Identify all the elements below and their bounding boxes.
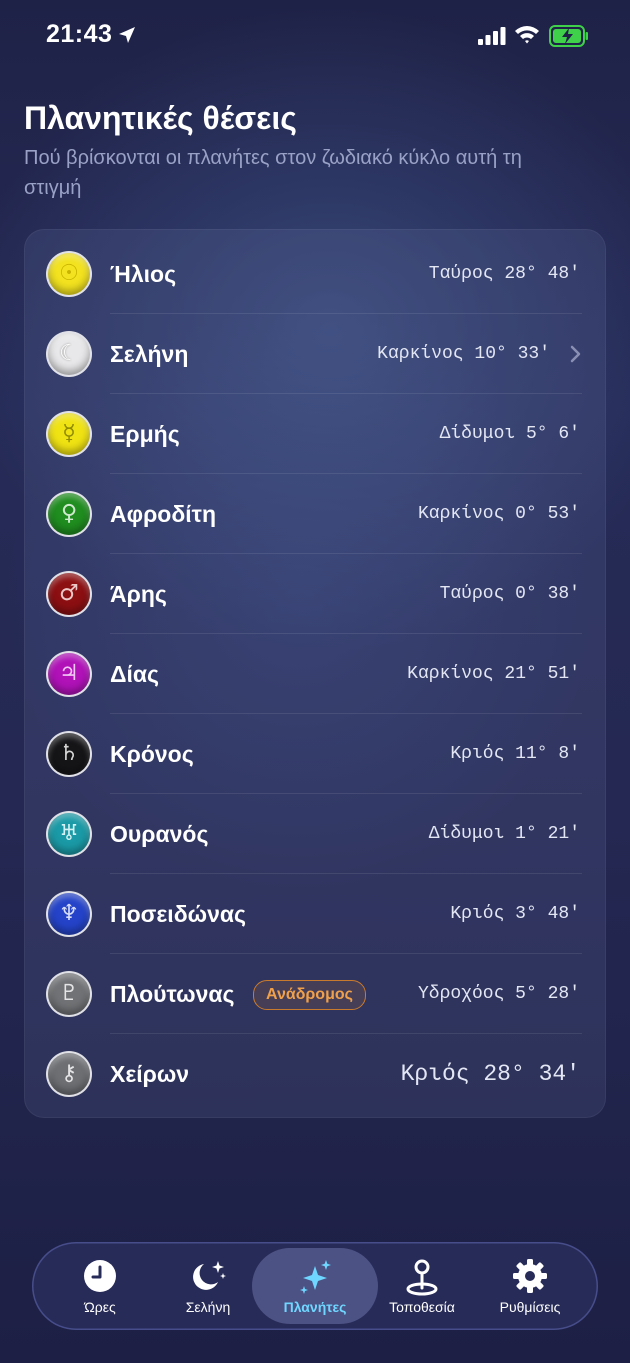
- mercury-icon: ☿: [48, 413, 90, 455]
- planet-row-mercury[interactable]: ☿ Ερμής Δίδυμοι 5° 6': [24, 394, 606, 474]
- planet-name: Πλούτωνας: [110, 981, 235, 1007]
- planet-position: Υδροχόος 5° 28': [417, 984, 580, 1004]
- planet-row-uranus[interactable]: ♅ Ουρανός Δίδυμοι 1° 21': [24, 794, 606, 874]
- page-title: Πλανητικές θέσεις: [24, 100, 297, 136]
- planet-name: Αφροδίτη: [110, 501, 216, 527]
- planet-row-pluto[interactable]: ♇ Πλούτωνας Ανάδρομος Υδροχόος 5° 28': [24, 954, 606, 1034]
- battery-charging-icon: [549, 25, 588, 47]
- planet-row-venus[interactable]: ♀ Αφροδίτη Καρκίνος 0° 53': [24, 474, 606, 554]
- tab-label: Ώρες: [84, 1299, 116, 1315]
- planet-name: Ποσειδώνας: [110, 901, 246, 927]
- status-bar: 21:43: [0, 0, 630, 72]
- venus-icon: ♀: [48, 493, 90, 535]
- tab-location[interactable]: Τοποθεσία: [367, 1242, 477, 1330]
- moon-stars-icon: [193, 1261, 226, 1290]
- planet-name: Ήλιος: [110, 261, 177, 287]
- planet-row-mars[interactable]: ♂ Άρης Ταύρος 0° 38': [24, 554, 606, 634]
- pluto-icon: ♇: [48, 973, 90, 1015]
- sparkles-icon: [300, 1260, 331, 1294]
- tab-moon[interactable]: Σελήνη: [153, 1242, 263, 1330]
- wifi-icon: [515, 26, 539, 44]
- planet-row-chiron[interactable]: ⚷ Χείρων Κριός 28° 34': [24, 1034, 606, 1114]
- uranus-icon: ♅: [48, 813, 90, 855]
- planet-row-saturn[interactable]: ♄ Κρόνος Κριός 11° 8': [24, 714, 606, 794]
- planet-name: Δίας: [110, 661, 160, 687]
- tab-label: Τοποθεσία: [389, 1299, 455, 1315]
- tab-planets[interactable]: Πλανήτες: [252, 1248, 378, 1324]
- tab-settings[interactable]: Ρυθμίσεις: [475, 1242, 585, 1330]
- jupiter-icon: ♃: [48, 653, 90, 695]
- moon-icon: ☾: [48, 333, 90, 375]
- planet-position: Δίδυμοι 5° 6': [439, 424, 580, 444]
- tab-label: Ρυθμίσεις: [499, 1299, 561, 1315]
- planet-list: ☉ Ήλιος Ταύρος 28° 48' ☾ Σελήνη Καρκίνος…: [24, 229, 606, 1118]
- tab-hours[interactable]: Ώρες: [45, 1242, 155, 1330]
- planet-row-moon[interactable]: ☾ Σελήνη Καρκίνος 10° 33': [24, 314, 606, 394]
- clock-icon: [84, 1260, 116, 1292]
- saturn-icon: ♄: [48, 733, 90, 775]
- planet-name: Χείρων: [110, 1061, 190, 1087]
- cellular-signal-icon: [478, 27, 506, 45]
- chevron-right-icon: [570, 345, 581, 363]
- page-subtitle: Πού βρίσκονται οι πλανήτες στον ζωδιακό …: [24, 147, 522, 199]
- planet-name: Σελήνη: [110, 341, 189, 367]
- planet-position: Καρκίνος 21° 51': [407, 664, 580, 684]
- planet-row-neptune[interactable]: ♆ Ποσειδώνας Κριός 3° 48': [24, 874, 606, 954]
- mars-icon: ♂: [48, 573, 90, 615]
- sun-icon: ☉: [48, 253, 90, 295]
- tab-bar: Ώρες Σελήνη Πλανήτες Τοποθεσία Ρυθμίσεις: [32, 1242, 598, 1330]
- planet-name: Κρόνος: [110, 741, 194, 767]
- planet-name: Άρης: [110, 581, 167, 607]
- location-arrow-icon: [119, 27, 135, 43]
- tab-label: Σελήνη: [185, 1299, 231, 1315]
- planet-row-sun[interactable]: ☉ Ήλιος Ταύρος 28° 48': [24, 234, 606, 314]
- planet-position: Κριός 28° 34': [400, 1061, 580, 1087]
- planet-position: Κριός 11° 8': [450, 744, 580, 764]
- planet-position: Ταύρος 28° 48': [428, 264, 580, 284]
- status-time: 21:43: [46, 20, 113, 48]
- planet-name: Ουρανός: [110, 821, 209, 847]
- planet-position: Καρκίνος 10° 33': [377, 344, 550, 364]
- retrograde-badge: Ανάδρομος: [253, 980, 366, 1010]
- planet-position: Ταύρος 0° 38': [439, 584, 580, 604]
- neptune-icon: ♆: [48, 893, 90, 935]
- location-pin-icon: [406, 1259, 438, 1296]
- planet-position: Δίδυμοι 1° 21': [428, 824, 580, 844]
- tab-label: Πλανήτες: [283, 1299, 347, 1315]
- planet-name: Ερμής: [110, 421, 180, 447]
- planet-row-jupiter[interactable]: ♃ Δίας Καρκίνος 21° 51': [24, 634, 606, 714]
- planet-position: Κριός 3° 48': [450, 904, 580, 924]
- planet-position: Καρκίνος 0° 53': [417, 504, 580, 524]
- gear-icon: [513, 1259, 547, 1293]
- chiron-icon: ⚷: [48, 1053, 90, 1095]
